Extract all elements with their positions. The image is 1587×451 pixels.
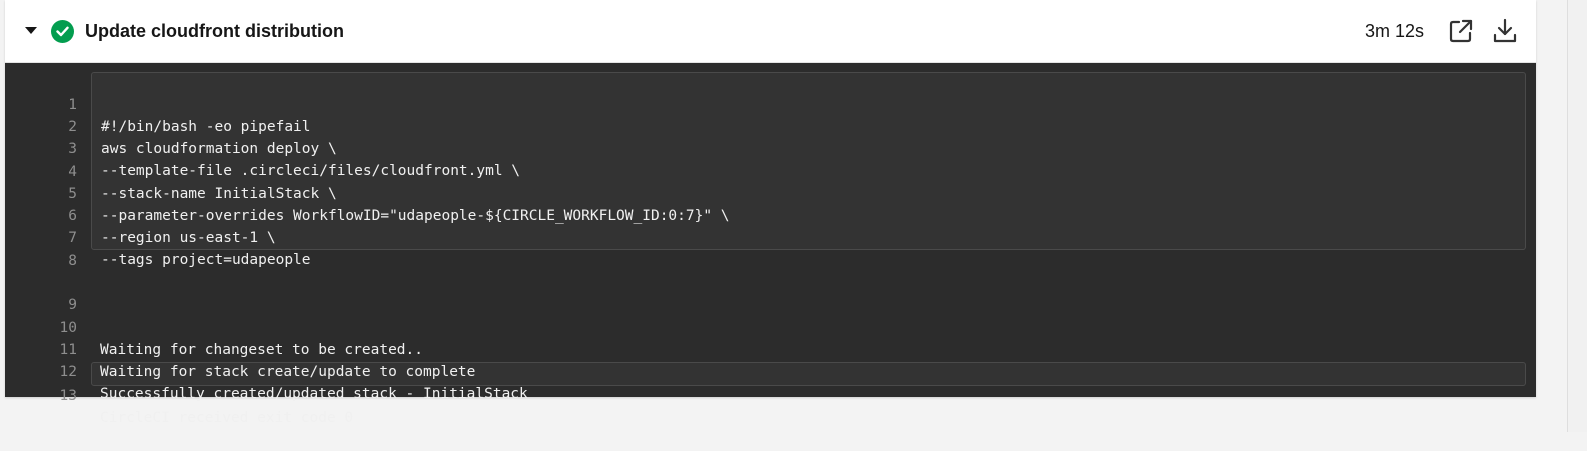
- terminal-line: 7 --tags project=udapeople: [5, 205, 1536, 268]
- terminal-line: 3 --template-file .circleci/files/cloudf…: [5, 116, 1536, 179]
- check-circle-icon: [51, 20, 74, 43]
- caret-down-icon[interactable]: [25, 27, 37, 34]
- terminal-line: 5 --parameter-overrides WorkflowID="udap…: [5, 161, 1536, 224]
- step-card: Update cloudfront distribution 3m 12s 1 …: [5, 0, 1536, 426]
- terminal-line: 8: [5, 228, 1536, 269]
- line-number: 8: [68, 253, 77, 269]
- step-header[interactable]: Update cloudfront distribution 3m 12s: [5, 0, 1536, 63]
- line-text: Successfully created/updated stack - Ini…: [100, 386, 528, 402]
- terminal-line: 9: [5, 272, 1536, 313]
- terminal-line: 6 --region us-east-1 \: [5, 183, 1536, 246]
- terminal-line: 12 Successfully created/updated stack - …: [5, 339, 1536, 402]
- terminal-line: 13 CircleCI received exit code 0: [5, 363, 1536, 426]
- line-text: --tags project=udapeople: [101, 252, 311, 268]
- terminal-line: 2 aws cloudformation deploy \: [5, 94, 1536, 157]
- terminal-line: 4 --stack-name InitialStack \: [5, 139, 1536, 202]
- page-scrollbar[interactable]: [1567, 0, 1587, 432]
- line-text: CircleCI received exit code 0: [100, 410, 354, 426]
- terminal-output[interactable]: 1 #!/bin/bash -eo pipefail 2 aws cloudfo…: [5, 63, 1536, 426]
- terminal-line: 1 #!/bin/bash -eo pipefail: [5, 72, 1536, 135]
- step-title: Update cloudfront distribution: [85, 21, 344, 41]
- step-duration: 3m 12s: [1365, 21, 1425, 41]
- download-icon[interactable]: [1491, 17, 1519, 45]
- line-number: 13: [59, 388, 77, 404]
- open-in-new-icon[interactable]: [1447, 17, 1475, 45]
- terminal-line: 10 Waiting for changeset to be created..: [5, 295, 1536, 358]
- terminal-line: 11 Waiting for stack create/update to co…: [5, 317, 1536, 380]
